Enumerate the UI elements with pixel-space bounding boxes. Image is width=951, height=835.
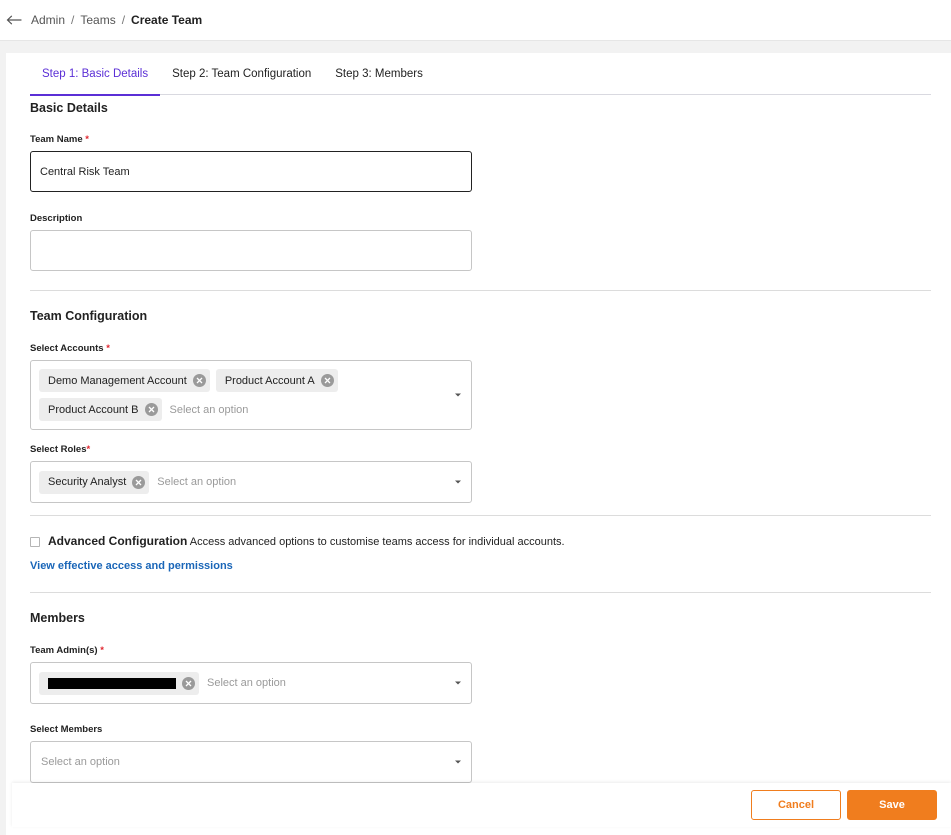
redacted-user-name (48, 677, 176, 689)
section-divider (30, 515, 931, 516)
select-roles-label-text: Select Roles (30, 444, 87, 455)
roles-placeholder: Select an option (157, 476, 237, 488)
required-mark: * (85, 134, 89, 145)
breadcrumb-separator: / (121, 13, 126, 27)
select-roles-dropdown[interactable]: Security Analyst Select an option (30, 461, 472, 503)
form-footer: Cancel Save (12, 783, 951, 827)
view-effective-access-link[interactable]: View effective access and permissions (30, 560, 233, 572)
save-button[interactable]: Save (847, 790, 937, 820)
account-chip: Demo Management Account (39, 369, 210, 392)
select-accounts-label: Select Accounts * (30, 343, 110, 354)
team-admins-dropdown[interactable]: Select an option (30, 662, 472, 704)
required-mark: * (86, 444, 91, 455)
team-admins-label-text: Team Admin(s) (30, 645, 98, 656)
caret-down-icon (455, 681, 461, 685)
cancel-button[interactable]: Cancel (751, 790, 841, 820)
breadcrumb-separator: / (71, 13, 75, 27)
select-members-dropdown[interactable]: Select an option (30, 741, 472, 783)
team-name-label-text: Team Name (30, 134, 83, 145)
select-accounts-dropdown[interactable]: Demo Management Account Product Account … (30, 360, 472, 430)
breadcrumb-admin[interactable]: Admin (31, 13, 65, 27)
advanced-configuration-title: Advanced Configuration (48, 534, 188, 548)
required-mark: * (100, 645, 104, 656)
breadcrumb-teams[interactable]: Teams (80, 13, 115, 27)
close-circle-icon[interactable] (320, 374, 334, 387)
caret-down-icon (455, 480, 461, 484)
select-members-label: Select Members (30, 724, 103, 735)
chip-label: Product Account B (48, 403, 139, 416)
section-title-basic-details: Basic Details (30, 101, 108, 115)
chip-label: Demo Management Account (48, 374, 187, 387)
step-tabs: Step 1: Basic Details Step 2: Team Confi… (30, 53, 931, 96)
admin-chip (39, 671, 199, 695)
section-divider (30, 592, 931, 593)
advanced-configuration-checkbox[interactable] (30, 537, 40, 547)
select-members-placeholder: Select an option (41, 756, 120, 768)
close-circle-icon[interactable] (132, 475, 146, 489)
section-title-team-configuration: Team Configuration (30, 309, 148, 323)
accounts-placeholder: Select an option (169, 403, 249, 416)
description-label: Description (30, 213, 83, 224)
caret-down-icon (455, 393, 461, 397)
description-input[interactable] (30, 230, 472, 271)
advanced-configuration-text: Advanced Configuration Access advanced o… (48, 534, 565, 548)
page-title: Create Team (131, 13, 203, 27)
chip-label: Product Account A (224, 374, 315, 387)
team-name-input[interactable] (30, 151, 472, 192)
section-title-members: Members (30, 611, 85, 625)
required-mark: * (106, 343, 110, 354)
account-chip: Product Account A (215, 369, 338, 392)
tab-team-configuration[interactable]: Step 2: Team Configuration (160, 53, 323, 95)
select-accounts-label-text: Select Accounts (30, 343, 104, 354)
caret-down-icon (455, 760, 461, 764)
team-name-label: Team Name * (30, 134, 89, 145)
section-divider (30, 290, 931, 291)
back-arrow-icon[interactable] (6, 13, 24, 27)
select-roles-label: Select Roles* (30, 444, 90, 455)
close-circle-icon[interactable] (192, 374, 206, 387)
account-chip: Product Account B (39, 398, 162, 421)
close-circle-icon[interactable] (144, 403, 158, 416)
team-admins-placeholder: Select an option (207, 677, 286, 689)
close-circle-icon[interactable] (182, 676, 195, 690)
create-team-card: Step 1: Basic Details Step 2: Team Confi… (6, 53, 951, 835)
top-bar: Admin / Teams / Create Team (0, 0, 951, 41)
role-chip: Security Analyst (39, 470, 150, 494)
chip-label: Security Analyst (48, 476, 127, 488)
team-admins-label: Team Admin(s) * (30, 645, 104, 656)
advanced-configuration-description: Access advanced options to customise tea… (189, 536, 565, 548)
tab-basic-details[interactable]: Step 1: Basic Details (30, 53, 161, 96)
tab-members[interactable]: Step 3: Members (323, 53, 435, 95)
